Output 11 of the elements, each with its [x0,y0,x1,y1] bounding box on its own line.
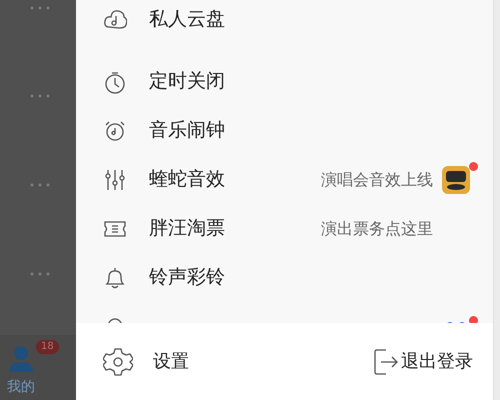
notification-count: 18 [36,340,59,354]
menu-item[interactable]: 定时关闭 [76,57,493,106]
menu-hint: 演出票务点这里 [321,218,433,240]
menu-item[interactable]: 铃声彩铃 [76,253,493,302]
menu-item[interactable]: 蝰蛇音效 演唱会音效上线 [76,155,493,204]
menu-item[interactable]: 私人云盘 [76,0,493,38]
logout-button[interactable]: 退出登录 [374,342,473,382]
settings-button[interactable]: 设置 [103,342,189,382]
menu-item[interactable]: 音乐闹钟 [76,106,493,155]
menu-hint: 演唱会音效上线 [321,168,433,190]
menu-item[interactable]: 胖汪淘票 演出票务点这里 [76,204,493,253]
